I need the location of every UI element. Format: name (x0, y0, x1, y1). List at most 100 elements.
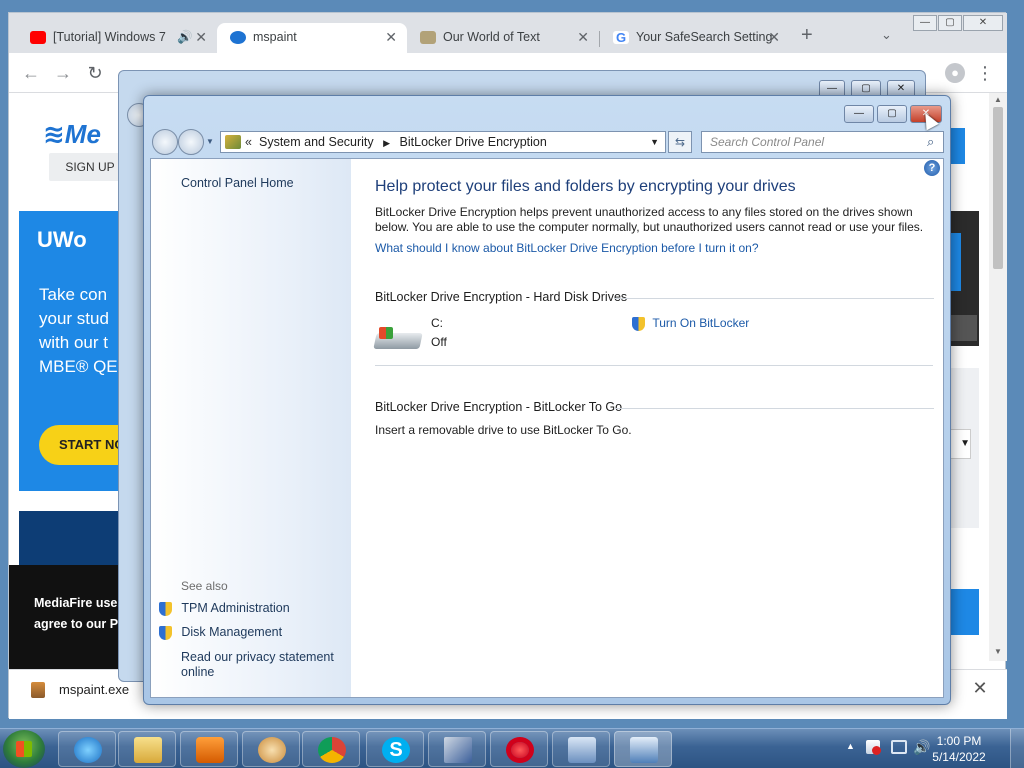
network-icon[interactable] (891, 740, 907, 754)
minimize-button[interactable]: — (913, 15, 937, 31)
action-center-icon[interactable] (866, 740, 881, 755)
start-button[interactable] (3, 730, 45, 768)
close-download-bar-icon[interactable]: ✕ (969, 678, 991, 700)
breadcrumb-arrow-icon[interactable]: ▶ (383, 138, 390, 148)
menu-icon[interactable]: ⋮ (973, 61, 997, 85)
profile-icon[interactable]: ● (945, 63, 965, 83)
maximize-button[interactable]: ▢ (938, 15, 962, 31)
scroll-thumb[interactable] (993, 107, 1003, 269)
breadcrumb-overflow[interactable]: « (245, 132, 252, 152)
tpm-admin-row[interactable]: TPM Administration (159, 601, 290, 616)
promo-banner[interactable]: UWo Take con your stud with our t MBE® Q… (19, 211, 139, 491)
drive-status: Off (431, 335, 447, 349)
minimize-button[interactable]: — (844, 105, 874, 123)
cookie-text: MediaFire use agree to our Pr (34, 593, 123, 635)
section-divider (614, 298, 934, 299)
taskbar-control-panel-b[interactable] (614, 731, 672, 767)
side-control-edge[interactable] (949, 315, 977, 341)
maximize-button[interactable]: ▢ (877, 105, 907, 123)
turn-on-bitlocker-link[interactable]: Turn On BitLocker (652, 316, 749, 330)
forward-icon[interactable]: → (51, 61, 75, 85)
breadcrumb-bitlocker[interactable]: BitLocker Drive Encryption (400, 135, 547, 149)
disk-management-row[interactable]: Disk Management (159, 625, 282, 640)
disk-management-link[interactable]: Disk Management (181, 625, 282, 639)
tab-mspaint[interactable]: mspaint ✕ (217, 23, 407, 53)
show-hidden-icons[interactable]: ▲ (846, 741, 855, 751)
taskbar-internet-explorer[interactable] (58, 731, 116, 767)
internet-explorer-icon (74, 737, 102, 763)
control-panel-icon (225, 135, 241, 149)
recent-pages-icon[interactable]: ▼ (206, 137, 214, 146)
clock-date: 5/14/2022 (932, 750, 986, 764)
taskbar-windows-explorer[interactable] (118, 731, 176, 767)
close-tab-icon[interactable]: ✕ (577, 23, 589, 52)
tab-search-icon[interactable]: ⌄ (881, 27, 892, 43)
tab-world-of-text[interactable]: Our World of Text ✕ (407, 23, 599, 53)
search-icon[interactable]: ⌕ (927, 134, 934, 150)
control-panel-body: Control Panel Home See also TPM Administ… (150, 158, 944, 698)
taskbar-opera[interactable] (490, 731, 548, 767)
address-dropdown-icon[interactable]: ▼ (650, 132, 659, 152)
privacy-statement-link[interactable]: Read our privacy statement online (181, 650, 334, 680)
tab-title: Your SafeSearch Setting (636, 30, 773, 44)
taskbar-media-player[interactable] (180, 731, 238, 767)
installer-icon (444, 737, 472, 763)
description-line: below. You are able to use the computer … (375, 220, 924, 234)
dropdown-arrow-icon[interactable]: ▼ (949, 429, 971, 459)
to-go-message: Insert a removable drive to use BitLocke… (375, 423, 632, 437)
control-panel-window: — ▢ ✕ ▼ « System and Security ▶ BitLocke… (143, 95, 951, 705)
shield-icon (159, 625, 172, 640)
refresh-icon[interactable]: ⇆ (668, 131, 692, 153)
mediafire-flame-icon: ≋ (43, 119, 65, 149)
cookie-accept-edge[interactable] (949, 589, 979, 635)
reload-icon[interactable]: ↻ (83, 61, 107, 85)
windows-logo-icon (16, 741, 32, 757)
tab-safesearch[interactable]: G Your SafeSearch Setting ✕ (600, 23, 790, 53)
help-icon[interactable]: ? (924, 160, 940, 176)
tab-tutorial[interactable]: [Tutorial] Windows 7 🔊 ✕ (17, 23, 217, 53)
privacy-line: online (181, 665, 215, 679)
tab-title: Our World of Text (443, 30, 540, 44)
see-also-heading: See also (181, 579, 228, 593)
section-divider (614, 408, 934, 409)
scroll-up-icon[interactable]: ▲ (989, 95, 1007, 104)
taskbar-chrome[interactable] (302, 731, 360, 767)
promo-line: MBE® QE (39, 357, 118, 376)
taskbar-paint[interactable] (242, 731, 300, 767)
download-filename[interactable]: mspaint.exe (59, 682, 129, 697)
bitlocker-faq-link[interactable]: What should I know about BitLocker Drive… (375, 241, 759, 255)
youtube-icon (30, 31, 46, 44)
page-scrollbar[interactable]: ▲ ▼ (989, 93, 1007, 661)
back-icon[interactable] (152, 129, 178, 155)
mediafire-icon (230, 31, 246, 44)
taskbar: S ▲ 🔊 1:00 PM 5/14/2022 (0, 728, 1024, 768)
back-icon[interactable]: ← (19, 61, 43, 85)
mediafire-logo[interactable]: ≋Me (43, 119, 101, 150)
volume-icon[interactable]: 🔊 (913, 739, 930, 756)
taskbar-mspaint-installer[interactable] (428, 731, 486, 767)
close-tab-icon[interactable]: ✕ (768, 23, 780, 52)
cookie-line: MediaFire use (34, 596, 118, 610)
tpm-admin-link[interactable]: TPM Administration (181, 601, 289, 615)
system-clock[interactable]: 1:00 PM 5/14/2022 (930, 733, 988, 765)
scroll-down-icon[interactable]: ▼ (989, 647, 1007, 656)
taskbar-control-panel-a[interactable] (552, 731, 610, 767)
control-panel-home-link[interactable]: Control Panel Home (181, 176, 294, 190)
cookie-banner: MediaFire use agree to our Pr (9, 565, 123, 670)
shield-icon (632, 316, 645, 331)
show-desktop-button[interactable] (1010, 729, 1024, 768)
turn-on-bitlocker-row[interactable]: Turn On BitLocker (632, 316, 749, 331)
close-tab-icon[interactable]: ✕ (195, 23, 207, 52)
search-input[interactable]: Search Control Panel (701, 131, 944, 153)
close-button[interactable]: ✕ (963, 15, 1003, 31)
forward-icon[interactable] (178, 129, 204, 155)
tab-title: [Tutorial] Windows 7 (53, 30, 166, 44)
speaker-icon[interactable]: 🔊 (177, 23, 193, 52)
control-panel-icon (630, 737, 658, 763)
breadcrumb-system-security[interactable]: System and Security (259, 135, 374, 149)
close-tab-icon[interactable]: ✕ (385, 23, 397, 52)
new-tab-button[interactable]: + (801, 24, 813, 47)
taskbar-skype[interactable]: S (366, 731, 424, 767)
download-button-edge[interactable] (949, 128, 965, 164)
address-bar[interactable]: « System and Security ▶ BitLocker Drive … (220, 131, 666, 153)
